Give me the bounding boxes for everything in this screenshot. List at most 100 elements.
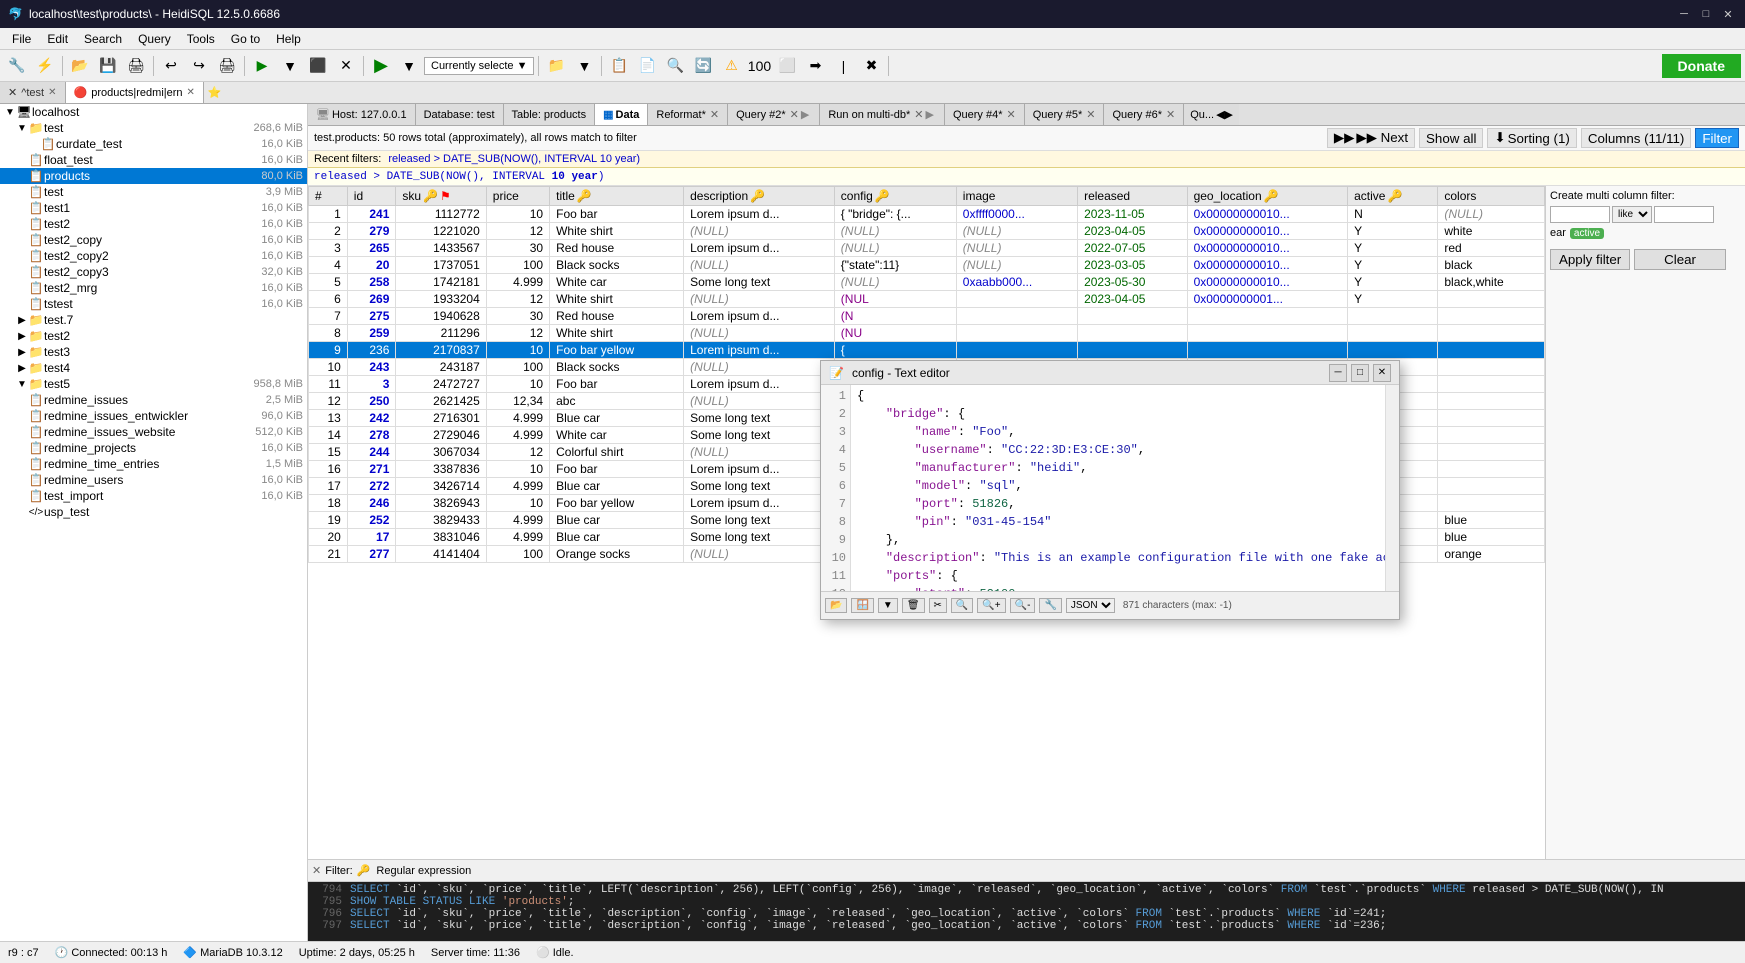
content-tab-query6[interactable]: Query #6* ✕ [1104, 104, 1184, 125]
col-header-sku[interactable]: sku 🔑 ⚑ [396, 187, 486, 206]
menu-file[interactable]: File [4, 30, 39, 48]
save-button[interactable]: 💾 [95, 53, 121, 79]
tab-products[interactable]: 🔴 products|redmi|ern ✕ [66, 82, 204, 103]
run-button[interactable]: ▶ [249, 53, 275, 79]
col-header-active[interactable]: active 🔑 [1348, 187, 1438, 206]
te-delete-btn[interactable]: 🗑 [902, 598, 925, 613]
content-tab-query4[interactable]: Query #4* ✕ [945, 104, 1025, 125]
menu-help[interactable]: Help [268, 30, 309, 48]
sidebar-item-redmine-projects[interactable]: 📋 redmine_projects 16,0 KiB [0, 440, 307, 456]
tab-test-close[interactable]: ✕ [48, 87, 56, 98]
content-tab-host[interactable]: 🖥 Host: 127.0.0.1 [308, 104, 416, 125]
execute-dropdown[interactable]: ▼ [396, 53, 422, 79]
filter-op-select[interactable]: like > [1612, 206, 1652, 223]
content-tab-reformat[interactable]: Reformat* ✕ [648, 104, 728, 125]
col-header-colors[interactable]: colors [1438, 187, 1545, 206]
sidebar-item-test-import[interactable]: 📋 test_import 16,0 KiB [0, 488, 307, 504]
expand-test7[interactable]: ▶ [16, 315, 28, 326]
minimize-button[interactable]: ─ [1675, 5, 1693, 23]
te-zoomout-btn[interactable]: 🔍- [1010, 598, 1036, 613]
arrow-btn[interactable]: ➡ [802, 53, 828, 79]
maximize-button[interactable]: □ [1697, 5, 1715, 23]
sidebar-item-localhost[interactable]: ▼ 🖥 localhost [0, 104, 307, 120]
next-button[interactable]: ▶▶ ▶▶ Next [1327, 128, 1415, 148]
filter-input[interactable] [376, 865, 518, 877]
content-tab-runmulti[interactable]: Run on multi-db* ✕ ▶ [820, 104, 945, 125]
sidebar-item-redmine-website[interactable]: 📋 redmine_issues_website 512,0 KiB [0, 424, 307, 440]
col-header-image[interactable]: image [956, 187, 1077, 206]
sidebar-item-test7[interactable]: ▶ 📁 test.7 [0, 312, 307, 328]
table-row[interactable]: 7275194062830Red houseLorem ipsum d...(N [309, 308, 1545, 325]
sidebar-item-products[interactable]: 📋 products 80,0 KiB [0, 168, 307, 184]
undo-button[interactable]: ↩ [158, 53, 184, 79]
execute-btn[interactable]: ▶ [368, 53, 394, 79]
sidebar-item-redmine-issues[interactable]: 📋 redmine_issues 2,5 MiB [0, 392, 307, 408]
table-row[interactable]: 825921129612White shirt(NULL)(NU [309, 325, 1545, 342]
close-button[interactable]: ✕ [1719, 5, 1737, 23]
sidebar-item-test2copy[interactable]: 📋 test2_copy 16,0 KiB [0, 232, 307, 248]
expand-test3[interactable]: ▶ [16, 347, 28, 358]
donate-button[interactable]: Donate [1662, 54, 1741, 78]
table-btn[interactable]: 📋 [606, 53, 632, 79]
run-dropdown[interactable]: ▼ [277, 53, 303, 79]
new-query-button[interactable]: 🔧 [4, 53, 30, 79]
te-open-btn[interactable]: 📂 [825, 598, 847, 613]
sidebar-item-test5[interactable]: ▼ 📁 test5 958,8 MiB [0, 376, 307, 392]
expand-icon-test[interactable]: ▼ [16, 123, 28, 134]
col-header-id[interactable]: id [347, 187, 396, 206]
sidebar-item-test2copy3[interactable]: 📋 test2_copy3 32,0 KiB [0, 264, 307, 280]
table-row[interactable]: 2279122102012White shirt(NULL)(NULL)(NUL… [309, 223, 1545, 240]
expand-test2-db[interactable]: ▶ [16, 331, 28, 342]
columns-button[interactable]: Columns (11/11) [1581, 128, 1692, 148]
code-area[interactable]: { "bridge": { "name": "Foo", "username":… [851, 385, 1385, 591]
open-button[interactable]: 📂 [67, 53, 93, 79]
execute-scope[interactable]: Currently selecte ▼ [424, 57, 534, 75]
toolbar-btn-2[interactable]: ⚡ [32, 53, 58, 79]
stop2-button[interactable]: ✕ [333, 53, 359, 79]
sidebar-item-float[interactable]: 📋 float_test 16,0 KiB [0, 152, 307, 168]
reformat-tab-close[interactable]: ✕ [710, 108, 719, 121]
recent-filter-value[interactable]: released > DATE_SUB(NOW(), INTERVAL 10 y… [388, 153, 640, 165]
sidebar-item-test2-table[interactable]: 📋 test2 16,0 KiB [0, 216, 307, 232]
col-header-geo[interactable]: geo_location 🔑 [1187, 187, 1348, 206]
stop-button[interactable]: ⬛ [305, 53, 331, 79]
menu-search[interactable]: Search [76, 30, 130, 48]
filter-close-icon[interactable]: ✕ [312, 864, 321, 877]
sidebar-item-redmine-time[interactable]: 📋 redmine_time_entries 1,5 MiB [0, 456, 307, 472]
schema-btn[interactable]: ⬜ [774, 53, 800, 79]
expand-test4[interactable]: ▶ [16, 363, 28, 374]
col-header-rownum[interactable]: # [309, 187, 348, 206]
folder-btn[interactable]: 📁 [543, 53, 569, 79]
content-tab-query2[interactable]: Query #2* ✕ ▶ [728, 104, 820, 125]
filter-button[interactable]: Filter [1695, 128, 1739, 148]
sidebar-item-test2mrg[interactable]: 📋 test2_mrg 16,0 KiB [0, 280, 307, 296]
content-tab-data[interactable]: ▦ Data [595, 104, 648, 125]
sorting-button[interactable]: ⬇ Sorting (1) [1487, 128, 1576, 148]
te-search-btn[interactable]: 🔍 [951, 598, 973, 613]
filter-col-input[interactable] [1550, 206, 1610, 223]
pipe-btn[interactable]: | [830, 53, 856, 79]
content-tab-more[interactable]: Qu... ◀▶ [1184, 104, 1239, 125]
col-header-title[interactable]: title 🔑 [550, 187, 684, 206]
scrollbar-area[interactable] [1385, 385, 1399, 591]
query5-tab-close[interactable]: ✕ [1086, 108, 1095, 121]
te-zoomin-btn[interactable]: 🔍+ [977, 598, 1005, 613]
print2-button[interactable]: 🖨 [214, 53, 240, 79]
table-row[interactable]: 9236217083710Foo bar yellowLorem ipsum d… [309, 342, 1545, 359]
menu-edit[interactable]: Edit [39, 30, 76, 48]
content-tab-table[interactable]: Table: products [504, 104, 596, 125]
content-tab-db[interactable]: Database: test [416, 104, 504, 125]
table-row[interactable]: 4201737051100Black socks(NULL){"state":1… [309, 257, 1545, 274]
table-row[interactable]: 1241111277210Foo barLorem ipsum d...{ "b… [309, 206, 1545, 223]
kill-btn[interactable]: ✖ [858, 53, 884, 79]
sidebar-item-test4[interactable]: ▶ 📁 test4 [0, 360, 307, 376]
warning-btn[interactable]: ⚠ [718, 53, 744, 79]
sidebar-item-redmine-entwickler[interactable]: 📋 redmine_issues_entwickler 96,0 KiB [0, 408, 307, 424]
counter-btn[interactable]: 100 [746, 53, 772, 79]
tab-test[interactable]: ✕ ^test ✕ [0, 82, 66, 103]
menu-query[interactable]: Query [130, 30, 179, 48]
sidebar-item-tstest[interactable]: 📋 tstest 16,0 KiB [0, 296, 307, 312]
col-header-description[interactable]: description 🔑 [684, 187, 835, 206]
filter-val-input[interactable] [1654, 206, 1714, 223]
col-header-config[interactable]: config 🔑 [834, 187, 956, 206]
